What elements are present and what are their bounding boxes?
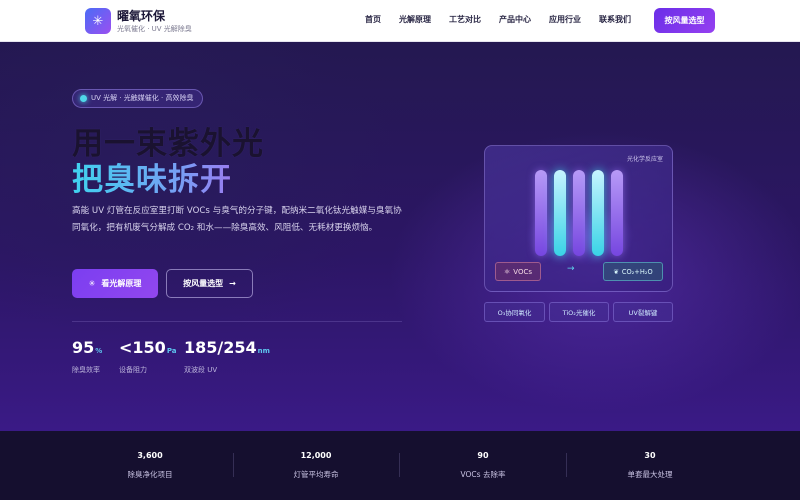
uv-tube-purple: [573, 170, 585, 256]
nav-item-home[interactable]: 首页: [365, 14, 381, 25]
hero-tag-text: UV 光解 · 光触媒催化 · 高效除臭: [91, 94, 194, 102]
feature-chip-uv: UV裂解键: [613, 302, 673, 322]
header-select-button[interactable]: 按风量选型: [654, 8, 715, 33]
sparkle-icon: ✳: [88, 279, 96, 288]
stat-efficiency: 95% 除臭效率: [72, 338, 102, 375]
hero-divider: [72, 321, 402, 322]
output-co2-label: CO₂+H₂O: [621, 267, 653, 276]
nav-item-contact[interactable]: 联系我们: [599, 14, 631, 25]
view-principle-button[interactable]: ✳ 看光解原理: [72, 269, 158, 298]
brand-tagline: 光氧催化 · UV 光解除臭: [117, 25, 192, 33]
stats-strip: 3,600 除臭净化项目 12,000 灯管平均寿命 90 VOCs 去除率 3…: [0, 431, 800, 500]
stat-value: 185/254nm: [184, 338, 270, 357]
uv-tube-purple: [535, 170, 547, 256]
flow-arrow-icon: →: [567, 264, 575, 274]
view-principle-label: 看光解原理: [101, 279, 142, 288]
nav-item-comparison[interactable]: 工艺对比: [449, 14, 481, 25]
reactor-chamber-card: 光化学反应室 ⚛ VOCs → ❦ CO₂+H₂O: [484, 145, 673, 292]
output-co2-chip: ❦ CO₂+H₂O: [603, 262, 663, 281]
uv-tube-cyan: [554, 170, 566, 256]
strip-label: VOCs 去除率: [460, 470, 506, 479]
nav-item-industries[interactable]: 应用行业: [549, 14, 581, 25]
stat-wavelength: 185/254nm 双波段 UV: [184, 338, 270, 375]
stat-label: 双波段 UV: [184, 366, 218, 374]
uv-tube-purple: [611, 170, 623, 256]
stat-value: <150Pa: [119, 338, 177, 357]
strip-item-projects: 3,600 除臭净化项目: [70, 451, 230, 480]
strip-label: 单套最大处理: [627, 470, 673, 479]
strip-value: 30: [644, 451, 656, 460]
nav-item-products[interactable]: 产品中心: [499, 14, 531, 25]
strip-divider: [566, 453, 567, 477]
feature-chip-tio2: TiO₂光催化: [549, 302, 609, 322]
hero-title-line2: 把臭味拆开: [72, 154, 232, 199]
strip-label: 除臭净化项目: [127, 470, 173, 479]
strip-divider: [399, 453, 400, 477]
stat-label: 设备阻力: [119, 366, 147, 374]
select-by-airflow-button[interactable]: 按风量选型 →: [166, 269, 253, 298]
strip-item-removal: 90 VOCs 去除率: [403, 451, 563, 480]
molecule-icon: ⚛: [504, 267, 511, 276]
strip-item-lifetime: 12,000 灯管平均寿命: [236, 451, 396, 480]
strip-divider: [233, 453, 234, 477]
leaf-icon: ❦: [613, 267, 619, 276]
stat-value: 95%: [72, 338, 103, 357]
hero-description: 高能 UV 灯管在反应室里打断 VOCs 与臭气的分子键，配纳米二氧化钛光触媒与…: [72, 206, 402, 233]
feature-chip-ozone: O₃协同氧化: [484, 302, 545, 322]
input-vocs-label: VOCs: [513, 267, 532, 276]
hero-section: UV 光解 · 光触媒催化 · 高效除臭 用一束紫外光 把臭味拆开 高能 UV …: [0, 42, 800, 431]
logo-icon[interactable]: ✳: [85, 8, 111, 34]
strip-value: 12,000: [300, 451, 332, 460]
nav-item-principle[interactable]: 光解原理: [399, 14, 431, 25]
select-by-airflow-label: 按风量选型: [183, 279, 224, 288]
stat-resistance: <150Pa 设备阻力: [119, 338, 176, 375]
top-header: ✳ 曜氧环保 光氧催化 · UV 光解除臭 首页 光解原理 工艺对比 产品中心 …: [0, 0, 800, 42]
strip-label: 灯管平均寿命: [293, 470, 339, 479]
glow-dot-icon: [80, 95, 87, 102]
strip-value: 90: [477, 451, 489, 460]
input-vocs-chip: ⚛ VOCs: [495, 262, 541, 281]
strip-item-capacity: 30 单套最大处理: [570, 451, 730, 480]
uv-tube-cyan: [592, 170, 604, 256]
strip-value: 3,600: [137, 451, 163, 460]
arrow-right-icon: →: [229, 279, 236, 288]
brand-name[interactable]: 曜氧环保: [117, 7, 165, 24]
hero-tag-pill: UV 光解 · 光触媒催化 · 高效除臭: [72, 89, 203, 108]
reactor-title: 光化学反应室: [626, 156, 663, 163]
stat-label: 除臭效率: [72, 366, 100, 374]
